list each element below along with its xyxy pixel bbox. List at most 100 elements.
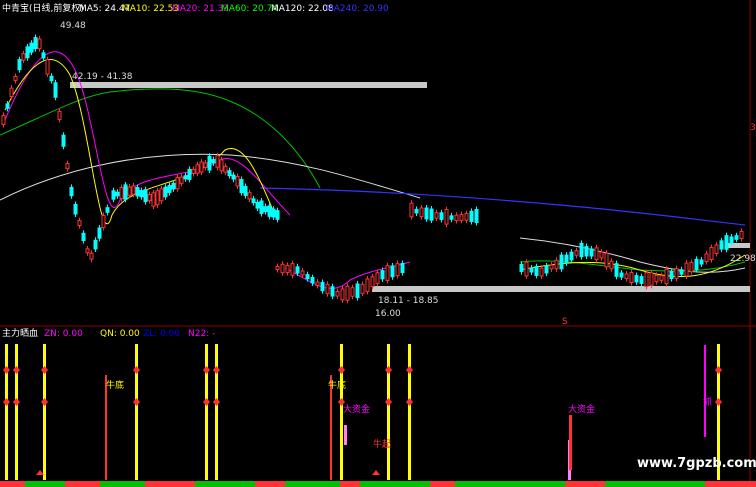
candle-body <box>9 87 14 97</box>
zl-label: ZL: 0.00 <box>143 329 180 339</box>
candle-body <box>147 193 152 202</box>
candle-body <box>604 252 609 268</box>
strip-segment <box>100 481 145 487</box>
watermark: www.7gpzb.com <box>637 456 756 471</box>
candle-body <box>37 38 42 50</box>
candle-body <box>69 186 74 197</box>
strip-segment <box>255 481 285 487</box>
candle-body <box>330 286 335 297</box>
candle-body <box>584 246 589 257</box>
candle-body <box>61 134 66 147</box>
candle-body <box>385 265 390 281</box>
signal-bar <box>205 344 208 480</box>
candle-body <box>139 190 144 198</box>
upper-band <box>70 82 427 88</box>
candle-body <box>247 192 252 200</box>
candle-body <box>619 272 624 278</box>
candle-body <box>674 268 679 279</box>
candle-body <box>163 186 168 198</box>
signal-bar <box>215 344 218 480</box>
candle-body <box>464 213 469 221</box>
right-axis-label: 3 <box>750 123 756 133</box>
low-label: 16.00 <box>375 309 401 319</box>
candle-body <box>574 250 579 256</box>
candle-body <box>714 244 719 254</box>
n22-label: N22: - <box>188 329 215 339</box>
candle-body <box>73 203 78 215</box>
high-label: 49.48 <box>60 21 86 31</box>
candle-body <box>255 201 260 209</box>
candle-body <box>340 288 345 301</box>
candle-body <box>539 267 544 277</box>
candle-body <box>65 163 70 170</box>
candle-body <box>219 159 224 172</box>
candle-body <box>179 176 184 184</box>
candle-body <box>709 246 714 261</box>
candle-body <box>569 251 574 261</box>
candle-body <box>227 170 232 177</box>
candle-body <box>305 274 310 280</box>
candle-body <box>310 277 315 284</box>
candle-body <box>13 75 18 81</box>
candle-body <box>579 242 584 258</box>
candle-body <box>223 165 228 173</box>
candle-body <box>524 261 529 277</box>
ma10-label: MA10: 22.53 <box>122 4 179 14</box>
candle-body <box>263 206 268 213</box>
candle-body <box>207 155 212 171</box>
candle-body <box>77 220 82 226</box>
candle-body <box>444 209 449 225</box>
candle-body <box>459 213 464 221</box>
ma60-label: MA60: 20.74 <box>221 4 278 14</box>
candle-body <box>704 253 709 263</box>
candle-body <box>474 209 479 223</box>
candle-body <box>395 263 400 277</box>
candle-body <box>624 273 629 280</box>
candle-body <box>199 161 204 173</box>
dazijin-red <box>569 415 572 470</box>
candle-body <box>49 75 54 82</box>
candle-body <box>614 263 619 277</box>
candle-body <box>320 281 325 292</box>
ma120-label: MA120: 22.08 <box>271 4 334 14</box>
candle-body <box>135 187 140 197</box>
candle-body <box>280 263 285 274</box>
candle-body <box>187 168 192 180</box>
candle-body <box>434 212 439 219</box>
candle-body <box>195 164 200 174</box>
candle-body <box>414 208 419 214</box>
candle-body <box>123 184 128 200</box>
candle-body <box>409 202 414 218</box>
candle-body <box>285 264 290 273</box>
candle-body <box>203 162 208 168</box>
candle-body <box>659 275 664 281</box>
candle-body <box>53 82 58 98</box>
strip-segment <box>430 481 455 487</box>
signal-bar <box>43 344 46 480</box>
candle-body <box>719 240 724 250</box>
candle-body <box>739 230 744 240</box>
strip-segment <box>145 481 195 487</box>
candle-body <box>679 269 684 275</box>
candle-body <box>724 235 729 250</box>
candle-body <box>669 270 674 280</box>
candle-body <box>271 208 276 218</box>
bottom-signal-strip <box>0 481 756 487</box>
candle-body <box>419 207 424 218</box>
candle-body <box>644 271 649 288</box>
candle-body <box>469 210 474 223</box>
candle-body <box>85 248 90 254</box>
candle-body <box>215 155 220 168</box>
strip-segment <box>455 481 565 487</box>
candle-body <box>21 53 26 61</box>
candle-body <box>119 186 124 200</box>
strip-segment <box>65 481 100 487</box>
candle-body <box>694 258 699 271</box>
signal-bar <box>387 344 390 480</box>
strip-segment <box>25 481 65 487</box>
chart-title: 中青宝(日线,前复权) <box>2 2 84 14</box>
candle-body <box>89 252 94 260</box>
candle-body <box>57 110 62 120</box>
candle-body <box>529 267 534 273</box>
candle-body <box>45 59 50 75</box>
